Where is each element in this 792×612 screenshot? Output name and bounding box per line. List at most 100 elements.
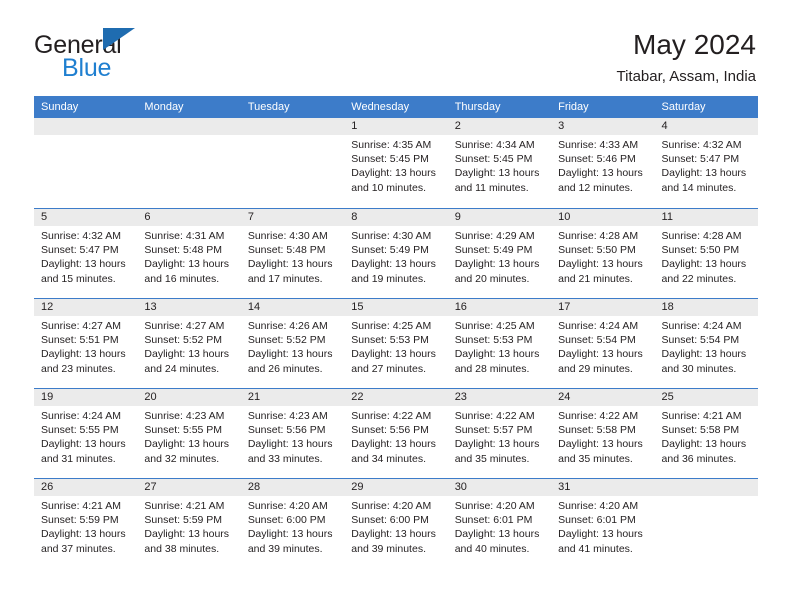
day-details: Sunrise: 4:21 AM Sunset: 5:58 PM Daylight:…	[655, 406, 758, 466]
day-cell[interactable]: 5 Sunrise: 4:32 AM Sunset: 5:47 PM Daylight…	[34, 209, 138, 298]
day-detail-line: Daylight: 13 hours	[558, 167, 643, 180]
day-detail-line: Daylight: 13 hours	[41, 438, 126, 451]
day-number: 15	[344, 299, 448, 316]
day-number: 6	[137, 209, 241, 226]
weekday-header-row: Sunday Monday Tuesday Wednesday Thursday Frid…	[34, 96, 758, 118]
day-detail-line: Sunset: 5:48 PM	[144, 244, 223, 257]
day-details: Sunrise: 4:24 AM Sunset: 5:55 PM Daylight:…	[34, 406, 137, 466]
day-cell[interactable]: 23 Sunrise: 4:22 AM Sunset: 5:57 PM Dayligh…	[447, 389, 552, 478]
day-detail-line: and 10 minutes.	[351, 181, 426, 194]
day-detail-line: Sunset: 5:55 PM	[41, 424, 119, 437]
brand-logo[interactable]: General Blue	[34, 26, 204, 81]
day-number: 21	[240, 389, 345, 406]
day-detail-line: Daylight: 13 hours	[558, 348, 643, 361]
day-cell[interactable]: 7 Sunrise: 4:30 AM Sunset: 5:48 PM Daylight…	[240, 209, 345, 298]
day-cell[interactable]: 11 Sunrise: 4:28 AM Sunset: 5:50 PM Dayligh…	[654, 209, 758, 298]
day-cell[interactable]: 20 Sunrise: 4:23 AM Sunset: 5:55 PM Dayligh…	[137, 389, 241, 478]
day-detail-line: Sunset: 5:52 PM	[144, 334, 223, 347]
day-number: 18	[654, 299, 758, 316]
day-number: 3	[551, 118, 655, 135]
day-details: Sunrise: 4:22 AM Sunset: 5:56 PM Daylight:…	[344, 406, 447, 466]
day-details: Sunrise: 4:22 AM Sunset: 5:57 PM Daylight:…	[448, 406, 551, 466]
day-detail-line: Sunset: 5:57 PM	[454, 424, 533, 437]
day-number	[137, 118, 241, 135]
day-detail-line: and 28 minutes.	[454, 362, 530, 375]
day-detail-line: and 15 minutes.	[41, 272, 116, 285]
day-cell[interactable]: 31 Sunrise: 4:20 AM Sunset: 6:01 PM Dayligh…	[551, 479, 655, 568]
day-detail-line: and 39 minutes.	[351, 542, 426, 555]
day-details: Sunrise: 4:25 AM Sunset: 5:53 PM Daylight:…	[344, 316, 447, 376]
day-cell[interactable]: 19 Sunrise: 4:24 AM Sunset: 5:55 PM Dayligh…	[34, 389, 138, 478]
day-cell[interactable]: 26 Sunrise: 4:21 AM Sunset: 5:59 PM Dayligh…	[34, 479, 138, 568]
day-number: 14	[240, 299, 345, 316]
day-cell[interactable]: 6 Sunrise: 4:31 AM Sunset: 5:48 PM Daylight…	[137, 209, 241, 298]
day-details: Sunrise: 4:20 AM Sunset: 6:01 PM Daylight:…	[448, 496, 551, 556]
day-cell[interactable]: 29 Sunrise: 4:20 AM Sunset: 6:00 PM Dayligh…	[344, 479, 448, 568]
day-details: Sunrise: 4:31 AM Sunset: 5:48 PM Daylight:…	[137, 226, 240, 286]
day-detail-line: Sunset: 5:54 PM	[661, 334, 740, 347]
day-detail-line: Daylight: 13 hours	[454, 258, 540, 271]
day-cell[interactable]: 4 Sunrise: 4:32 AM Sunset: 5:47 PM Daylight…	[654, 118, 758, 208]
triangle-logo-mark-icon	[103, 28, 135, 50]
day-detail-line: Sunrise: 4:24 AM	[41, 410, 121, 422]
day-detail-line: Sunrise: 4:26 AM	[247, 320, 328, 332]
day-number: 24	[551, 389, 655, 406]
day-detail-line: Sunset: 5:51 PM	[41, 334, 119, 347]
day-detail-line: Sunrise: 4:30 AM	[247, 230, 328, 242]
page-header: General Blue May 2024 Titabar, Assam, In…	[0, 0, 792, 96]
day-cell[interactable]: 17 Sunrise: 4:24 AM Sunset: 5:54 PM Dayligh…	[551, 299, 655, 388]
weekday-header-thursday: Thursday	[454, 101, 501, 113]
day-detail-line: Sunset: 6:00 PM	[247, 514, 326, 527]
day-cell[interactable]: 2 Sunrise: 4:34 AM Sunset: 5:45 PM Daylight…	[447, 118, 552, 208]
day-cell[interactable]: 3 Sunrise: 4:33 AM Sunset: 5:46 PM Daylight…	[551, 118, 655, 208]
day-details: Sunrise: 4:23 AM Sunset: 5:55 PM Daylight:…	[137, 406, 240, 466]
day-number: 16	[447, 299, 552, 316]
day-detail-line: Daylight: 13 hours	[351, 258, 436, 271]
day-cell[interactable]: 25 Sunrise: 4:21 AM Sunset: 5:58 PM Dayligh…	[654, 389, 758, 478]
day-cell[interactable]: 10 Sunrise: 4:28 AM Sunset: 5:50 PM Dayligh…	[551, 209, 655, 298]
day-detail-line: Daylight: 13 hours	[454, 528, 540, 541]
day-number: 12	[34, 299, 138, 316]
calendar-page: General Blue May 2024 Titabar, Assam, In…	[0, 0, 792, 612]
day-detail-line: and 36 minutes.	[661, 452, 737, 465]
day-detail-line: Sunset: 5:53 PM	[351, 334, 429, 347]
day-cell[interactable]: 14 Sunrise: 4:26 AM Sunset: 5:52 PM Dayligh…	[240, 299, 345, 388]
day-detail-line: and 34 minutes.	[351, 452, 426, 465]
day-cell[interactable]: 9 Sunrise: 4:29 AM Sunset: 5:49 PM Daylight…	[447, 209, 552, 298]
day-number: 8	[344, 209, 448, 226]
week-row: 12 Sunrise: 4:27 AM Sunset: 5:51 PM Dayligh…	[34, 298, 758, 388]
day-detail-line: Sunrise: 4:23 AM	[144, 410, 225, 422]
day-cell[interactable]: 22 Sunrise: 4:22 AM Sunset: 5:56 PM Dayligh…	[344, 389, 448, 478]
day-detail-line: and 40 minutes.	[454, 542, 530, 555]
day-cell[interactable]: 28 Sunrise: 4:20 AM Sunset: 6:00 PM Dayligh…	[240, 479, 345, 568]
day-detail-line: Daylight: 13 hours	[41, 258, 126, 271]
day-cell[interactable]: 30 Sunrise: 4:20 AM Sunset: 6:01 PM Dayligh…	[447, 479, 552, 568]
day-details: Sunrise: 4:30 AM Sunset: 5:49 PM Daylight:…	[344, 226, 447, 286]
day-number: 22	[344, 389, 448, 406]
day-detail-line: Sunset: 6:01 PM	[558, 514, 636, 527]
day-cell[interactable]: 15 Sunrise: 4:25 AM Sunset: 5:53 PM Dayligh…	[344, 299, 448, 388]
day-cell[interactable]: 8 Sunrise: 4:30 AM Sunset: 5:49 PM Daylight…	[344, 209, 448, 298]
day-detail-line: Sunrise: 4:20 AM	[351, 500, 432, 512]
day-cell[interactable]: 21 Sunrise: 4:23 AM Sunset: 5:56 PM Dayligh…	[240, 389, 345, 478]
day-detail-line: Daylight: 13 hours	[558, 438, 643, 451]
day-detail-line: Daylight: 13 hours	[144, 348, 230, 361]
day-cell[interactable]: 13 Sunrise: 4:27 AM Sunset: 5:52 PM Dayligh…	[137, 299, 241, 388]
day-cell[interactable]: 1 Sunrise: 4:35 AM Sunset: 5:45 PM Daylight…	[344, 118, 448, 208]
day-detail-line: Daylight: 13 hours	[144, 438, 230, 451]
day-cell-empty	[654, 479, 758, 568]
day-detail-line: Daylight: 13 hours	[144, 528, 230, 541]
day-number: 10	[551, 209, 655, 226]
day-number: 13	[137, 299, 241, 316]
day-detail-line: Daylight: 13 hours	[558, 258, 643, 271]
day-cell[interactable]: 18 Sunrise: 4:24 AM Sunset: 5:54 PM Dayligh…	[654, 299, 758, 388]
day-cell[interactable]: 24 Sunrise: 4:22 AM Sunset: 5:58 PM Dayligh…	[551, 389, 655, 478]
day-cell[interactable]: 16 Sunrise: 4:25 AM Sunset: 5:53 PM Dayligh…	[447, 299, 552, 388]
day-detail-line: Sunset: 5:46 PM	[558, 153, 636, 166]
day-cell[interactable]: 27 Sunrise: 4:21 AM Sunset: 5:59 PM Dayligh…	[137, 479, 241, 568]
day-cell-empty	[34, 118, 138, 208]
day-detail-line: Sunrise: 4:25 AM	[454, 320, 535, 332]
day-cell[interactable]: 12 Sunrise: 4:27 AM Sunset: 5:51 PM Dayligh…	[34, 299, 138, 388]
day-detail-line: and 22 minutes.	[661, 272, 737, 285]
day-details: Sunrise: 4:27 AM Sunset: 5:51 PM Daylight:…	[34, 316, 137, 376]
